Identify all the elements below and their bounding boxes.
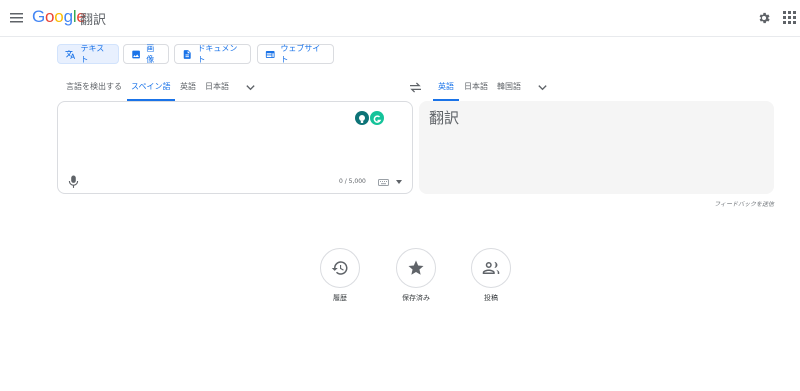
contribute-button[interactable] (471, 248, 511, 288)
swap-languages-icon[interactable] (409, 82, 422, 93)
mode-text-label: テキスト (80, 44, 105, 64)
grammarly-icon[interactable] (370, 111, 384, 125)
community-icon (482, 261, 500, 274)
source-text-panel[interactable]: 0 / 5,000 (57, 101, 413, 194)
keyboard-icon[interactable] (378, 179, 389, 186)
source-lang-spanish[interactable]: スペイン語 (131, 81, 170, 92)
target-lang-japanese[interactable]: 日本語 (464, 81, 488, 92)
mode-image-label: 画像 (146, 44, 155, 64)
target-lang-english[interactable]: 英語 (438, 81, 454, 92)
target-lang-korean[interactable]: 韓国語 (497, 81, 521, 92)
website-icon (265, 50, 275, 58)
mode-text-button[interactable]: テキスト (57, 44, 119, 64)
chevron-down-icon[interactable] (245, 82, 256, 93)
google-logo[interactable]: Google (32, 7, 86, 27)
document-icon (183, 49, 191, 59)
saved-label: 保存済み (402, 294, 430, 302)
mode-website-button[interactable]: ウェブサイト (257, 44, 334, 64)
extension-bulb-icon[interactable] (355, 111, 369, 125)
source-lang-japanese[interactable]: 日本語 (205, 81, 229, 92)
mode-document-label: ドキュメント (197, 44, 238, 64)
translate-icon (65, 49, 76, 59)
apps-grid-icon[interactable] (783, 11, 796, 24)
chevron-down-icon[interactable] (537, 82, 548, 93)
star-icon (408, 260, 424, 275)
saved-button[interactable] (396, 248, 436, 288)
mode-website-label: ウェブサイト (280, 44, 321, 64)
gear-icon[interactable] (757, 11, 771, 25)
product-name: 翻訳 (80, 13, 107, 28)
character-count: 0 / 5,000 (339, 178, 366, 185)
translation-placeholder: 翻訳 (429, 109, 460, 127)
microphone-icon[interactable] (68, 175, 79, 188)
keyboard-dropdown-caret-icon[interactable] (396, 180, 402, 185)
source-lang-detect[interactable]: 言語を検出する (66, 81, 122, 92)
history-icon (331, 261, 348, 275)
mode-image-button[interactable]: 画像 (123, 44, 169, 64)
history-label: 履歴 (333, 294, 347, 302)
mode-document-button[interactable]: ドキュメント (174, 44, 251, 64)
source-lang-english[interactable]: 英語 (180, 81, 196, 92)
history-button[interactable] (320, 248, 360, 288)
translation-output-panel: 翻訳 (419, 101, 774, 194)
top-app-bar: Google 翻訳 (0, 0, 800, 37)
image-icon (132, 50, 140, 58)
hamburger-menu-icon[interactable] (10, 11, 23, 24)
contribute-label: 投稿 (484, 294, 498, 302)
send-feedback-link[interactable]: フィードバックを送信 (714, 199, 774, 208)
